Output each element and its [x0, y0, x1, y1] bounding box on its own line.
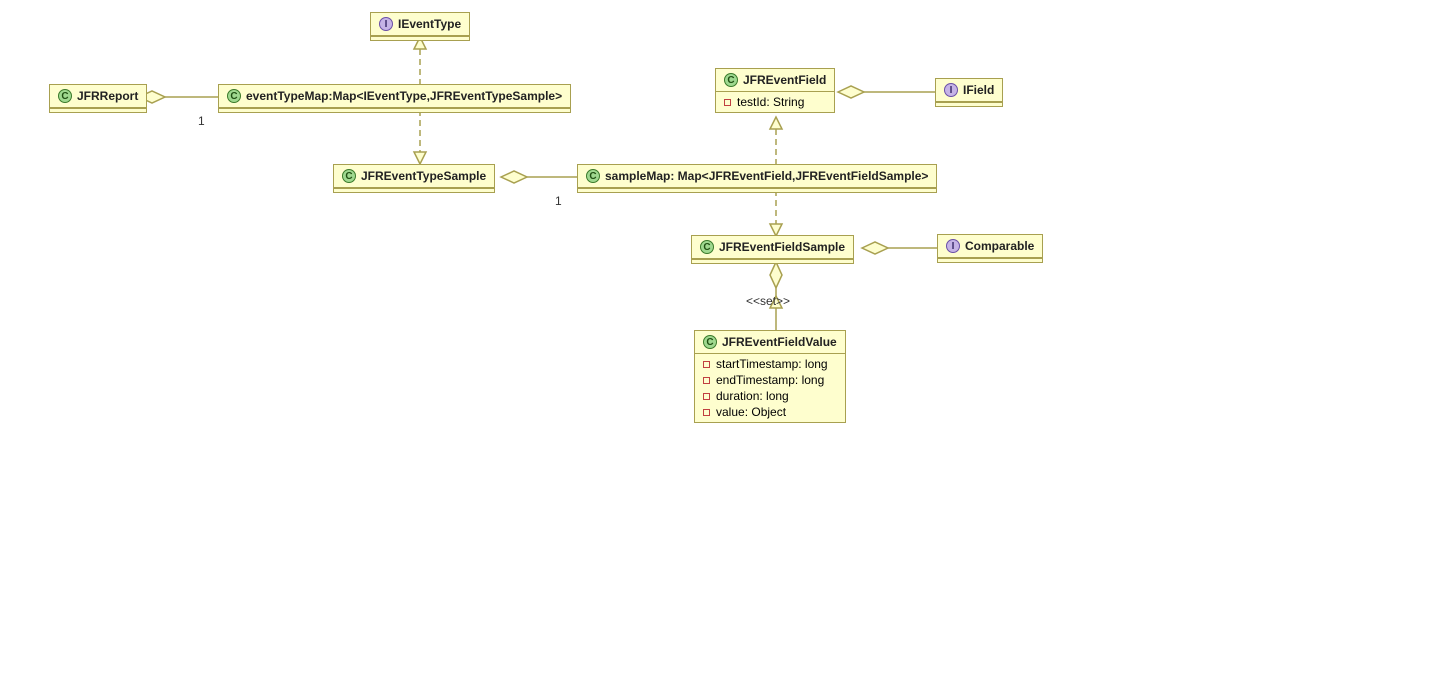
class-icon: C	[227, 89, 241, 103]
svg-text:<<set>>: <<set>>	[746, 294, 790, 308]
field-row: duration: long	[695, 388, 845, 404]
field-label: value: Object	[716, 405, 786, 419]
field-row: value: Object	[695, 404, 845, 420]
field-row: endTimestamp: long	[695, 372, 845, 388]
interface-comparable: I Comparable	[937, 234, 1043, 263]
class-name: IField	[963, 83, 994, 97]
class-icon: C	[58, 89, 72, 103]
class-samplemap: C sampleMap: Map<JFREventField,JFREventF…	[577, 164, 937, 193]
class-jfreventfieldsample: C JFREventFieldSample	[691, 235, 854, 264]
class-name: JFREventFieldSample	[719, 240, 845, 254]
class-jfreventtypesample: C JFREventTypeSample	[333, 164, 495, 193]
class-icon: C	[700, 240, 714, 254]
interface-icon: I	[946, 239, 960, 253]
field-icon	[703, 377, 710, 384]
field-icon	[703, 361, 710, 368]
interface-ifield: I IField	[935, 78, 1003, 107]
field-label: endTimestamp: long	[716, 373, 824, 387]
class-eventtypemap: C eventTypeMap:Map<IEventType,JFREventTy…	[218, 84, 571, 113]
class-name: IEventType	[398, 17, 461, 31]
svg-text:1: 1	[555, 194, 562, 208]
field-row: startTimestamp: long	[695, 356, 845, 372]
field-icon	[703, 393, 710, 400]
class-name: eventTypeMap:Map<IEventType,JFREventType…	[246, 89, 562, 103]
field-label: duration: long	[716, 389, 789, 403]
class-name: JFREventFieldValue	[722, 335, 837, 349]
field-label: testId: String	[737, 95, 804, 109]
class-icon: C	[342, 169, 356, 183]
field-icon	[703, 409, 710, 416]
interface-ieventtype: I IEventType	[370, 12, 470, 41]
class-icon: C	[724, 73, 738, 87]
class-name: sampleMap: Map<JFREventField,JFREventFie…	[605, 169, 928, 183]
class-icon: C	[703, 335, 717, 349]
class-jfreventfieldvalue: C JFREventFieldValue startTimestamp: lon…	[694, 330, 846, 423]
class-name: JFREventField	[743, 73, 826, 87]
class-name: JFREventTypeSample	[361, 169, 486, 183]
interface-icon: I	[944, 83, 958, 97]
field-icon	[724, 99, 731, 106]
class-jfreventfield: C JFREventField testId: String	[715, 68, 835, 113]
interface-icon: I	[379, 17, 393, 31]
class-name: Comparable	[965, 239, 1034, 253]
class-name: JFRReport	[77, 89, 138, 103]
class-jfrreport: C JFRReport	[49, 84, 147, 113]
class-icon: C	[586, 169, 600, 183]
field-row: testId: String	[716, 94, 834, 110]
svg-text:1: 1	[198, 114, 205, 128]
field-label: startTimestamp: long	[716, 357, 828, 371]
